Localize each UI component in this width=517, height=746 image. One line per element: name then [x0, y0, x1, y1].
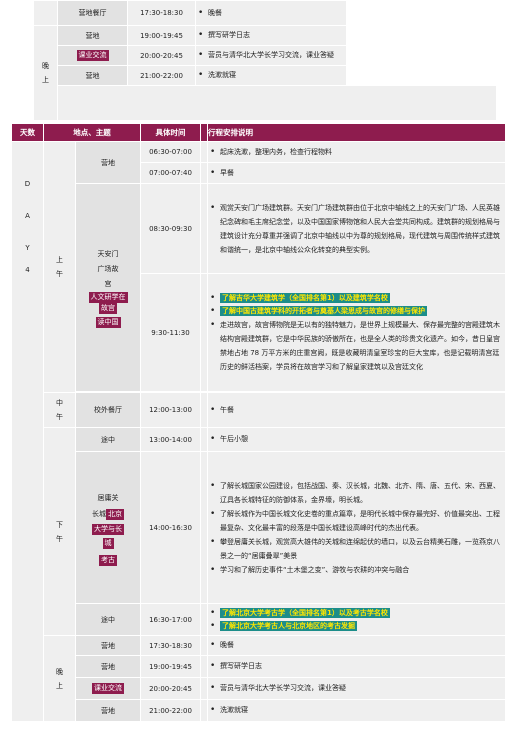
period-morning: 上午: [43, 141, 76, 393]
header-desc: 行程安排说明: [207, 123, 506, 142]
desc-item: 营员与清华北大学长学习交流，课业答疑: [196, 49, 342, 62]
highlight-item: 了解北京大学考古学（全国排名第1）以及考古学名校: [208, 607, 501, 620]
tiananmen-place-cell: 天安门 广场故 宫 人文研学在 故宫 读中国: [75, 183, 141, 392]
place-cell: 途中: [75, 603, 141, 636]
place-cell: 营地: [57, 25, 128, 46]
desc-item: 午餐: [208, 404, 501, 417]
desc-item: 营员与清华北大学长学习交流，课业答疑: [208, 682, 501, 695]
highlight-item: 了解北京大学考古人与北京地区的考古发掘: [208, 620, 501, 633]
time-cell: 20:00-20:45: [127, 45, 196, 66]
time-cell: 14:00-16:30: [140, 451, 201, 604]
time-cell: 17:30-18:30: [127, 0, 196, 26]
period-afternoon: 下午: [43, 427, 76, 636]
tag-label: 城: [102, 537, 114, 549]
time-cell: 21:00-22:00: [140, 699, 201, 722]
period-evening: 晚上: [43, 635, 76, 722]
desc-item: 了解长城作为中国长城文化史卷的重点篇章，是明代长城中保存最完好、价值最突出、工程…: [208, 507, 501, 535]
desc-item: 晚餐: [208, 639, 501, 652]
period-noon: 中午: [43, 392, 76, 428]
tag-label: 大学与长: [92, 523, 124, 535]
highlight-item: 了解中国古建筑学科的开拓者与奠基人梁思成与故宫的修缮与保护: [208, 305, 501, 318]
day4-itinerary-table: 天数 地点、主题 具体时间 行程安排说明 D A Y 4 上午 营地 06:30…: [11, 123, 506, 722]
place-cell: 营地: [75, 141, 141, 184]
desc-item: 晚餐: [196, 7, 342, 20]
desc-item: 攀登居庸关长城，观赏高大雄伟的关城和连绵起伏的墙口，以及云台精美石雕，一览燕京八…: [208, 535, 501, 563]
time-cell: 12:00-13:00: [140, 392, 201, 428]
desc-item: 起床洗漱，整理内务，检查行程物料: [208, 146, 501, 159]
place-cell: 营地: [75, 655, 141, 678]
time-cell: 08:30-09:30: [140, 183, 201, 274]
desc-item: 洗漱就寝: [196, 69, 342, 82]
highlight-item: 了解吉华大学建筑学（全国排名第1）以及建筑学名校: [208, 292, 501, 305]
desc-item: 午后小憩: [208, 433, 501, 446]
header-place: 地点、主题: [43, 123, 141, 142]
period-evening: 晚上: [33, 25, 58, 121]
day-label: D A Y: [23, 180, 32, 260]
desc-item: 早餐: [208, 167, 501, 180]
desc-item: 观赏天安门广场建筑群。天安门广场建筑群由位于北京中轴线之上的天安门广场、人民英雄…: [208, 201, 501, 257]
tag-label: 课业交流: [76, 50, 109, 61]
time-cell: 19:00-19:45: [140, 655, 201, 678]
time-cell: 17:30-18:30: [140, 635, 201, 656]
desc-item: 撰写研学日志: [196, 29, 342, 42]
desc-item: 学习和了解历史事件“土木堡之变”、游牧与农耕的冲突与融合: [208, 563, 501, 577]
greatwall-place-cell: 居庸关 长城 北京 大学与长 城 考古: [75, 451, 141, 604]
place-cell: 营地餐厅: [57, 0, 128, 26]
time-cell: 19:00-19:45: [127, 25, 196, 46]
time-cell: 9:30-11:30: [140, 273, 201, 392]
day-number: 4: [25, 266, 30, 274]
place-cell: 课业交流: [57, 45, 128, 66]
tag-label: 人文研学在: [88, 292, 128, 303]
place-cell: 营地: [57, 65, 128, 86]
place-cell: 营地: [75, 635, 141, 656]
time-cell: 21:00-22:00: [127, 65, 196, 86]
place-cell: 课业交流: [75, 677, 141, 700]
tag-label: 北京: [106, 508, 124, 520]
header-day: 天数: [11, 123, 44, 142]
place-cell: 途中: [75, 427, 141, 452]
desc-item: 走进故宫，故宫博物院是无以有的独特魅力，是世界上规模最大、保存最完整的宫殿建筑木…: [208, 318, 501, 374]
place-cell: 校外餐厅: [75, 392, 141, 428]
time-cell: 16:30-17:00: [140, 603, 201, 636]
tag-label: 读中国: [95, 317, 121, 328]
top-fragment-table: 营地餐厅 17:30-18:30 晚餐 晚上 营地 19:00-19:45 撰写…: [33, 0, 497, 121]
desc-item: 了解长城国家公园建设，包括战国、秦、汉长城，北魏、北齐、隋、唐、五代、宋、西夏、…: [208, 479, 501, 507]
time-cell: 07:00-07:40: [140, 162, 201, 184]
time-cell: 06:30-07:00: [140, 141, 201, 163]
header-time: 具体时间: [140, 123, 201, 142]
place-cell: 营地: [75, 699, 141, 722]
time-cell: 13:00-14:00: [140, 427, 201, 452]
day-label-cell: D A Y 4: [11, 141, 44, 722]
tag-label: 考古: [99, 554, 117, 566]
tag-label: 课业交流: [92, 683, 124, 694]
desc-item: 洗漱就寝: [208, 704, 501, 717]
tag-label: 故宫: [99, 303, 117, 314]
desc-item: 撰写研学日志: [208, 660, 501, 673]
time-cell: 20:00-20:45: [140, 677, 201, 700]
